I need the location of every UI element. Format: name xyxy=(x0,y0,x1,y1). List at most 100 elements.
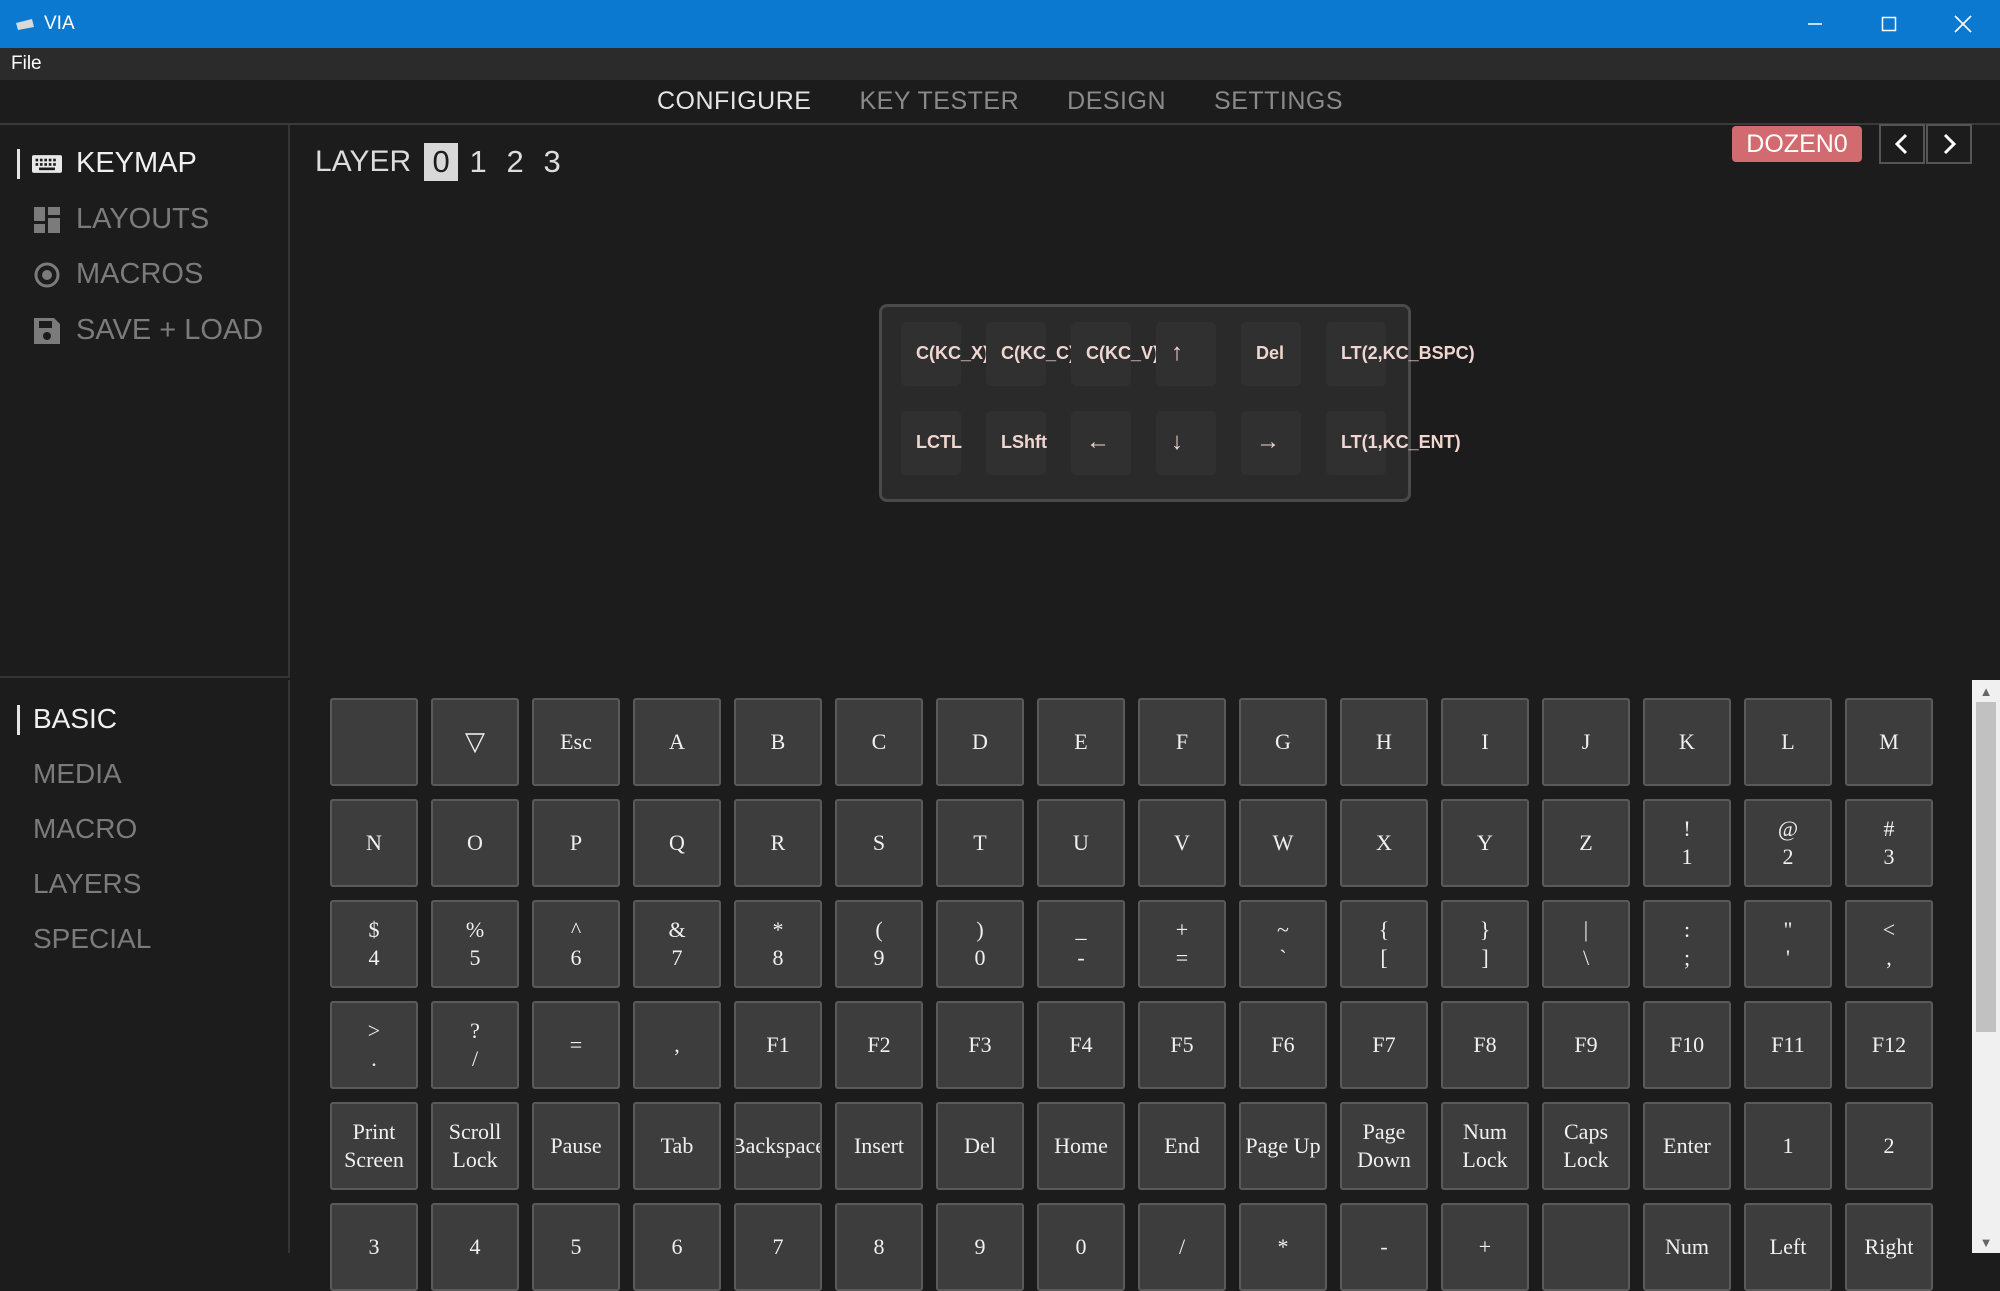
keycode-button[interactable]: V xyxy=(1138,799,1226,887)
tab-settings[interactable]: SETTINGS xyxy=(1214,87,1343,116)
keycode-button[interactable]: Num Lock xyxy=(1441,1102,1529,1190)
category-basic[interactable]: BASIC xyxy=(33,703,117,735)
keycode-button[interactable]: T xyxy=(936,799,1024,887)
keycode-button[interactable] xyxy=(1542,1203,1630,1291)
keymap-key[interactable]: LT(2,KC_BSPC) xyxy=(1317,315,1475,397)
keycode-button[interactable]: F xyxy=(1138,698,1226,786)
keycode-button[interactable]: W xyxy=(1239,799,1327,887)
keycode-button[interactable]: F10 xyxy=(1643,1001,1731,1089)
keycode-button[interactable]: B xyxy=(734,698,822,786)
keycode-button[interactable]: Esc xyxy=(532,698,620,786)
keycode-button[interactable]: F2 xyxy=(835,1001,923,1089)
keymap-key[interactable]: LCTL xyxy=(892,404,972,486)
keycode-button[interactable]: A xyxy=(633,698,721,786)
tab-configure[interactable]: CONFIGURE xyxy=(657,87,812,116)
sidebar-item-macros[interactable]: MACROS xyxy=(32,258,203,291)
keycode-button[interactable]: / xyxy=(1138,1203,1226,1291)
keycode-button[interactable]: Pause xyxy=(532,1102,620,1190)
keycode-button[interactable]: F12 xyxy=(1845,1001,1933,1089)
keycode-button[interactable]: 7 xyxy=(734,1203,822,1291)
keymap-key[interactable]: ← xyxy=(1062,404,1142,486)
keycode-button[interactable]: #3 xyxy=(1845,799,1933,887)
sidebar-item-layouts[interactable]: LAYOUTS xyxy=(32,203,209,236)
keycode-button[interactable]: Tab xyxy=(633,1102,721,1190)
category-media[interactable]: MEDIA xyxy=(33,758,122,790)
keycode-button[interactable]: F4 xyxy=(1037,1001,1125,1089)
keycode-button[interactable]: | \ xyxy=(1542,900,1630,988)
keycode-button[interactable]: F3 xyxy=(936,1001,1024,1089)
keycode-button[interactable]: ~ ` xyxy=(1239,900,1327,988)
keycode-button[interactable]: F9 xyxy=(1542,1001,1630,1089)
keymap-key[interactable]: → xyxy=(1232,404,1312,486)
keycode-button[interactable]: Left xyxy=(1744,1203,1832,1291)
sidebar-item-save-load[interactable]: SAVE + LOAD xyxy=(32,314,263,347)
keycode-button[interactable]: X xyxy=(1340,799,1428,887)
keycode-button[interactable]: Insert xyxy=(835,1102,923,1190)
keycode-button[interactable]: Backspace xyxy=(734,1102,822,1190)
keymap-key[interactable]: C(KC_C) xyxy=(977,315,1075,397)
keycode-button[interactable]: N xyxy=(330,799,418,887)
keycode-button[interactable]: * xyxy=(1239,1203,1327,1291)
layer-2-button[interactable]: 2 xyxy=(498,143,532,181)
keycode-button[interactable]: 6 xyxy=(633,1203,721,1291)
tab-key-tester[interactable]: KEY TESTER xyxy=(859,87,1019,116)
keycode-button[interactable]: 4 xyxy=(431,1203,519,1291)
scroll-up-arrow-icon[interactable]: ▲ xyxy=(1972,680,2000,702)
keycode-button[interactable]: 3 xyxy=(330,1203,418,1291)
category-macro[interactable]: MACRO xyxy=(33,813,137,845)
keycode-button[interactable]: $4 xyxy=(330,900,418,988)
keycode-button[interactable]: Y xyxy=(1441,799,1529,887)
keycode-button[interactable]: Home xyxy=(1037,1102,1125,1190)
keycode-button[interactable]: F1 xyxy=(734,1001,822,1089)
keycode-button[interactable]: Z xyxy=(1542,799,1630,887)
keycode-button[interactable]: 2 xyxy=(1845,1102,1933,1190)
keycode-button[interactable]: R xyxy=(734,799,822,887)
keycode-button[interactable]: " ' xyxy=(1744,900,1832,988)
keymap-key[interactable]: Del xyxy=(1232,315,1312,397)
keycode-button[interactable]: U xyxy=(1037,799,1125,887)
keycode-button[interactable]: F7 xyxy=(1340,1001,1428,1089)
keycode-button[interactable]: Del xyxy=(936,1102,1024,1190)
keycode-button[interactable]: >. xyxy=(330,1001,418,1089)
keycode-button[interactable]: - xyxy=(1340,1203,1428,1291)
keycode-button[interactable]: Page Up xyxy=(1239,1102,1327,1190)
keycode-button[interactable]: Enter xyxy=(1643,1102,1731,1190)
keycode-button[interactable]: ▽ xyxy=(431,698,519,786)
keycode-button[interactable]: * 8 xyxy=(734,900,822,988)
keycode-button[interactable]: 8 xyxy=(835,1203,923,1291)
keymap-key[interactable]: LT(1,KC_ENT) xyxy=(1317,404,1461,486)
keycode-button[interactable]: E xyxy=(1037,698,1125,786)
keycode-button[interactable]: K xyxy=(1643,698,1731,786)
keycode-button[interactable]: H xyxy=(1340,698,1428,786)
scroll-down-arrow-icon[interactable]: ▼ xyxy=(1972,1231,2000,1253)
category-special[interactable]: SPECIAL xyxy=(33,923,151,955)
keymap-key[interactable]: ↑ xyxy=(1147,315,1227,397)
keycode-button[interactable]: Num xyxy=(1643,1203,1731,1291)
sidebar-item-keymap[interactable]: KEYMAP xyxy=(32,147,197,180)
keycode-button[interactable]: 0 xyxy=(1037,1203,1125,1291)
keycode-button[interactable]: S xyxy=(835,799,923,887)
category-layers[interactable]: LAYERS xyxy=(33,868,141,900)
keycode-button[interactable]: 1 xyxy=(1744,1102,1832,1190)
keycode-button[interactable]: Print Screen xyxy=(330,1102,418,1190)
keycode-button[interactable]: _ - xyxy=(1037,900,1125,988)
keymap-key[interactable]: LShft xyxy=(977,404,1057,486)
keycode-button[interactable]: (9 xyxy=(835,900,923,988)
keymap-key[interactable]: C(KC_X) xyxy=(892,315,989,397)
next-device-button[interactable] xyxy=(1926,124,1972,164)
keymap-key[interactable]: ↓ xyxy=(1147,404,1227,486)
keycode-button[interactable]: Q xyxy=(633,799,721,887)
keycode-button[interactable] xyxy=(330,698,418,786)
layer-1-button[interactable]: 1 xyxy=(461,143,495,181)
keycode-button[interactable]: Caps Lock xyxy=(1542,1102,1630,1190)
layer-3-button[interactable]: 3 xyxy=(535,143,569,181)
keycode-button[interactable]: F11 xyxy=(1744,1001,1832,1089)
keycode-button[interactable]: Right xyxy=(1845,1203,1933,1291)
keycode-button[interactable]: End xyxy=(1138,1102,1226,1190)
keycode-button[interactable]: ! 1 xyxy=(1643,799,1731,887)
keycode-button[interactable]: F6 xyxy=(1239,1001,1327,1089)
keycode-button[interactable]: {[ xyxy=(1340,900,1428,988)
keycode-button[interactable]: Scroll Lock xyxy=(431,1102,519,1190)
keycode-button[interactable]: M xyxy=(1845,698,1933,786)
tab-design[interactable]: DESIGN xyxy=(1067,87,1166,116)
